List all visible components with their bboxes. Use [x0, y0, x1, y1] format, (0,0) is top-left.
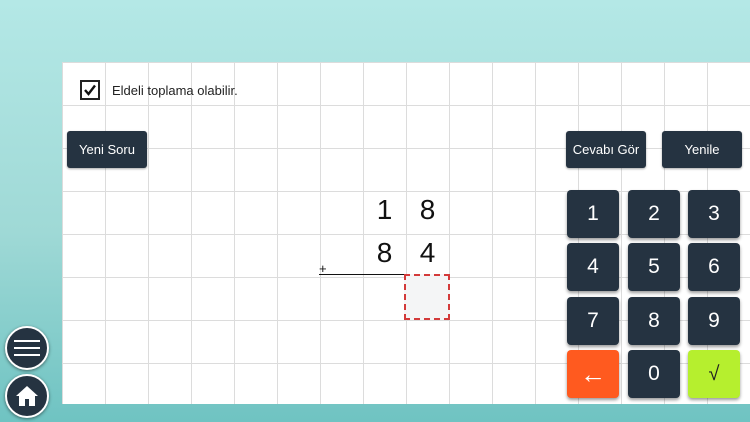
- answer-input-box[interactable]: [404, 274, 450, 320]
- key-7[interactable]: 7: [567, 297, 619, 345]
- top-ones-digit: 8: [419, 193, 436, 225]
- refresh-button[interactable]: Yenile: [662, 131, 742, 168]
- checkmark-icon: [84, 84, 96, 96]
- bottom-ones-digit: 4: [419, 236, 436, 268]
- key-8[interactable]: 8: [628, 297, 680, 345]
- show-answer-button[interactable]: Cevabı Gör: [566, 131, 646, 168]
- carry-checkbox[interactable]: [80, 80, 100, 100]
- hamburger-menu-icon: [14, 340, 40, 356]
- key-9[interactable]: 9: [688, 297, 740, 345]
- top-tens-digit: 1: [376, 193, 393, 225]
- home-icon: [16, 386, 38, 406]
- key-4[interactable]: 4: [567, 243, 619, 291]
- key-5[interactable]: 5: [628, 243, 680, 291]
- carry-option[interactable]: Eldeli toplama olabilir.: [80, 80, 238, 100]
- new-question-button[interactable]: Yeni Soru: [67, 131, 147, 168]
- carry-label: Eldeli toplama olabilir.: [112, 82, 238, 98]
- key-2[interactable]: 2: [628, 190, 680, 238]
- submit-button[interactable]: √: [688, 350, 740, 398]
- key-3[interactable]: 3: [688, 190, 740, 238]
- backspace-button[interactable]: ←: [567, 350, 619, 398]
- key-1[interactable]: 1: [567, 190, 619, 238]
- menu-button[interactable]: [5, 326, 49, 370]
- grid-board: Eldeli toplama olabilir. Yeni Soru Cevab…: [62, 62, 750, 404]
- bottom-tens-digit: 8: [376, 236, 393, 268]
- key-0[interactable]: 0: [628, 350, 680, 398]
- home-button[interactable]: [5, 374, 49, 418]
- key-6[interactable]: 6: [688, 243, 740, 291]
